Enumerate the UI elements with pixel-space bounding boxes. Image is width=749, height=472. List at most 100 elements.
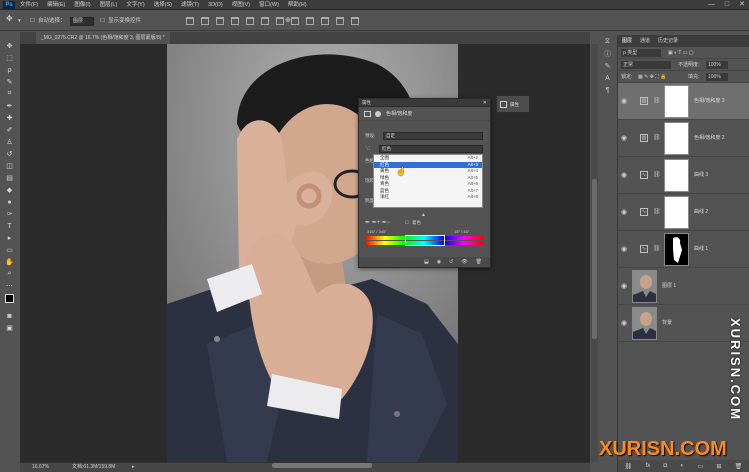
layer-row[interactable]: ◉ ∿ ⛓ 曲线 2: [618, 194, 749, 231]
zoom-level[interactable]: 16.67%: [32, 463, 49, 472]
eye-icon[interactable]: ◉: [621, 134, 627, 142]
layer-thumbnail[interactable]: [632, 307, 657, 340]
quick-select-tool-icon[interactable]: ✎: [0, 76, 19, 88]
eye-icon[interactable]: ◉: [621, 171, 627, 179]
reset-icon[interactable]: ↺: [449, 259, 453, 265]
quick-mask-icon[interactable]: ◙: [0, 310, 19, 322]
align-vcenter-icon[interactable]: [201, 17, 209, 25]
mask-icon[interactable]: [375, 111, 381, 117]
tab-layers[interactable]: 图层: [622, 35, 632, 47]
menu-select[interactable]: 选择(S): [154, 0, 172, 10]
hand-tool-icon[interactable]: ✋: [0, 256, 19, 268]
tab-history[interactable]: 历史记录: [658, 35, 678, 47]
status-arrow-icon[interactable]: ▸: [132, 463, 135, 472]
preset-dropdown[interactable]: 自定: [383, 132, 483, 140]
layer-row[interactable]: ◉ 图层 1: [618, 268, 749, 305]
colorize-checkbox[interactable]: ☐: [405, 219, 409, 227]
layer-name[interactable]: 图层 1: [662, 282, 676, 290]
menu-filter[interactable]: 滤镜(T): [181, 0, 199, 10]
distribute-top-icon[interactable]: [276, 17, 284, 25]
align-right-icon[interactable]: [261, 17, 269, 25]
dodge-tool-icon[interactable]: ●: [0, 196, 19, 208]
close-icon[interactable]: ✕: [483, 99, 487, 107]
menu-edit[interactable]: 编辑(E): [47, 0, 65, 10]
layer-name[interactable]: 色相/饱和度 3: [694, 97, 725, 105]
menu-file[interactable]: 文件(F): [20, 0, 38, 10]
auto-select-checkbox[interactable]: ☐: [30, 16, 35, 26]
properties-icon[interactable]: [500, 101, 507, 108]
move-tool-icon[interactable]: ✥: [6, 14, 13, 24]
distribute-bottom-icon[interactable]: [306, 17, 314, 25]
maximize-button[interactable]: □: [725, 0, 729, 10]
fill-input[interactable]: 100%: [706, 73, 728, 81]
type-tool-icon[interactable]: T: [0, 220, 19, 232]
eye-icon[interactable]: ◉: [621, 282, 627, 290]
show-transform-checkbox[interactable]: ☐: [100, 16, 105, 26]
layer-filter-dropdown[interactable]: ρ 类型: [621, 49, 661, 57]
crop-tool-icon[interactable]: ⌗: [0, 88, 19, 100]
trash-icon[interactable]: 🗑: [735, 463, 743, 470]
mask-thumbnail[interactable]: [664, 85, 689, 118]
hue-range-selector[interactable]: [405, 235, 445, 246]
3d-mode-icon[interactable]: ⊕: [285, 16, 291, 26]
document-tab[interactable]: _MG_0275.CR2 @ 16.7% (色相/饱和度 3, 图层蒙版/8) …: [36, 32, 170, 44]
distribute-right-icon[interactable]: [351, 17, 359, 25]
properties-mini-panel[interactable]: 属性: [496, 95, 530, 113]
move-tool-icon[interactable]: ✥: [0, 40, 19, 52]
align-top-icon[interactable]: [186, 17, 194, 25]
minimize-button[interactable]: —: [708, 0, 715, 10]
screen-mode-icon[interactable]: ▣: [0, 322, 19, 334]
menu-image[interactable]: 图像(I): [74, 0, 90, 10]
horizontal-scrollbar-thumb[interactable]: [272, 463, 372, 468]
stamp-tool-icon[interactable]: ♙: [0, 136, 19, 148]
eyedropper-icon[interactable]: ✒ ✒+ ✒−: [365, 219, 390, 227]
align-left-icon[interactable]: [231, 17, 239, 25]
shape-tool-icon[interactable]: ▭: [0, 244, 19, 256]
eye-icon[interactable]: ◉: [621, 97, 627, 105]
mask-thumbnail[interactable]: [664, 233, 689, 266]
layer-row[interactable]: ◉ ∿ ⛓ 曲线 3: [618, 157, 749, 194]
add-mask-icon[interactable]: ◘: [664, 463, 668, 469]
layer-name[interactable]: 曲线 1: [694, 245, 708, 253]
opacity-input[interactable]: 100%: [706, 61, 728, 69]
blur-tool-icon[interactable]: ◆: [0, 184, 19, 196]
layer-row[interactable]: ◉ ▥ ⛓ 色相/饱和度 2: [618, 120, 749, 157]
eye-icon[interactable]: ◉: [621, 245, 627, 253]
gradient-tool-icon[interactable]: ▤: [0, 172, 19, 184]
layer-row[interactable]: ◉ ▥ ⛓ 色相/饱和度 3: [618, 83, 749, 120]
properties-titlebar[interactable]: 属性 ✕: [359, 99, 490, 107]
history-brush-icon[interactable]: ↺: [0, 148, 19, 160]
chevron-down-icon[interactable]: ▾: [18, 16, 21, 26]
character-panel-icon[interactable]: A: [599, 72, 616, 84]
zoom-tool-icon[interactable]: ⌕: [0, 268, 19, 280]
brush-tool-icon[interactable]: ✐: [0, 124, 19, 136]
foreground-color[interactable]: [5, 294, 14, 303]
adjustment-icon[interactable]: [364, 111, 371, 117]
align-bottom-icon[interactable]: [216, 17, 224, 25]
mask-thumbnail[interactable]: [664, 159, 689, 192]
healing-tool-icon[interactable]: ✚: [0, 112, 19, 124]
lasso-tool-icon[interactable]: ρ: [0, 64, 19, 76]
layer-name[interactable]: 曲线 2: [694, 208, 708, 216]
clip-icon[interactable]: ⬓: [424, 259, 429, 265]
eye-icon[interactable]: ◉: [621, 208, 627, 216]
view-previous-icon[interactable]: ◉: [437, 259, 441, 265]
brush-panel-icon[interactable]: ✎: [599, 60, 616, 72]
lock-icons[interactable]: ▦ ✎ ✥ ⛶ 🔒: [638, 73, 666, 81]
auto-select-dropdown[interactable]: 图层: [70, 17, 94, 26]
info-panel-icon[interactable]: ⓘ: [599, 48, 616, 60]
vertical-scrollbar-thumb[interactable]: [592, 179, 597, 339]
menu-view[interactable]: 视图(V): [232, 0, 250, 10]
marquee-tool-icon[interactable]: ⬚: [0, 52, 19, 64]
menu-help[interactable]: 帮助(H): [288, 0, 307, 10]
menu-layer[interactable]: 图层(L): [100, 0, 118, 10]
close-button[interactable]: ✕: [739, 0, 745, 10]
distribute-left-icon[interactable]: [321, 17, 329, 25]
menu-3d[interactable]: 3D(D): [208, 0, 223, 10]
history-panel-icon[interactable]: ⧖: [599, 36, 616, 48]
dropdown-option[interactable]: 洋红 Alt+8: [374, 194, 482, 201]
fx-icon[interactable]: fx: [646, 463, 651, 469]
layer-thumbnail[interactable]: [632, 270, 657, 303]
vertical-scrollbar[interactable]: [591, 44, 598, 462]
visibility-icon[interactable]: 👁: [461, 259, 467, 265]
